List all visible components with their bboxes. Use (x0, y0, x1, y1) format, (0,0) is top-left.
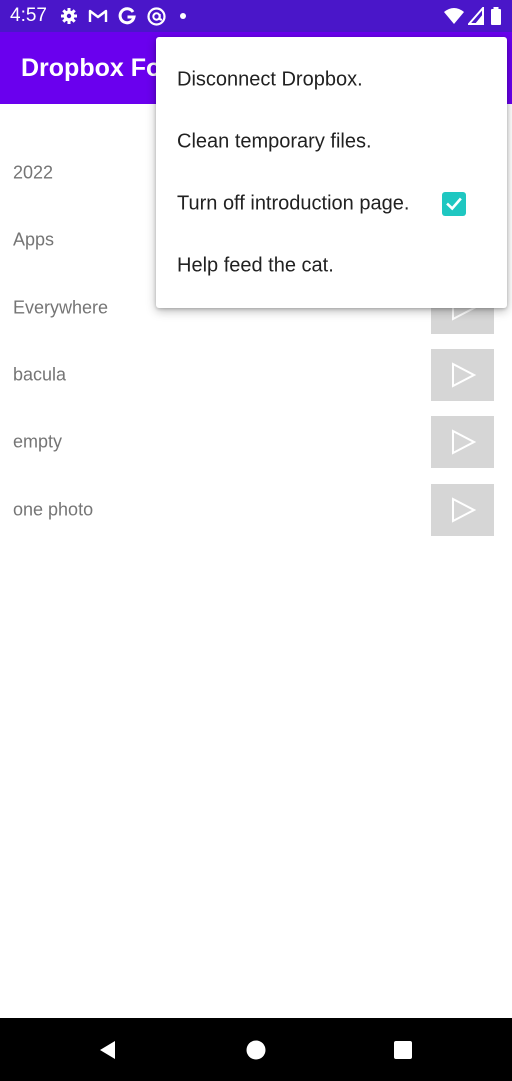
play-button[interactable] (431, 416, 494, 468)
status-time: 4:57 (10, 5, 47, 26)
status-bar: 4:57 (0, 0, 512, 32)
recents-icon[interactable] (391, 1038, 415, 1062)
menu-item-label: Turn off introduction page. (177, 192, 410, 215)
battery-icon (490, 7, 502, 25)
home-icon[interactable] (244, 1038, 268, 1062)
back-icon[interactable] (96, 1038, 120, 1062)
checkmark-icon (446, 197, 462, 211)
nav-bar (0, 1018, 512, 1081)
play-button[interactable] (431, 484, 494, 536)
folder-row[interactable]: bacula (0, 345, 512, 405)
menu-item-help-feed-the-cat[interactable]: Help feed the cat. (156, 235, 507, 297)
at-sign-icon (147, 7, 166, 26)
folder-label[interactable]: 2022 (13, 163, 53, 184)
intro-page-checkbox[interactable] (442, 192, 466, 216)
overflow-menu: Disconnect Dropbox. Clean temporary file… (156, 37, 507, 308)
folder-label[interactable]: Apps (13, 230, 54, 251)
menu-item-clean-temporary-files[interactable]: Clean temporary files. (156, 111, 507, 173)
menu-item-label: Help feed the cat. (177, 254, 334, 277)
google-icon (118, 7, 136, 25)
screen: 4:57 Dropbox Fo 2022 Apps Everywhere bac… (0, 0, 512, 1081)
folder-label[interactable]: empty (13, 432, 62, 453)
app-title: Dropbox Fo (21, 54, 162, 82)
wifi-icon (443, 7, 465, 25)
play-icon (451, 429, 476, 455)
folder-label[interactable]: one photo (13, 500, 93, 521)
menu-item-label: Clean temporary files. (177, 130, 372, 153)
folder-row[interactable]: empty (0, 412, 512, 472)
dot-icon (178, 7, 196, 25)
folder-label[interactable]: Everywhere (13, 298, 108, 319)
play-icon (451, 362, 476, 388)
signal-icon (466, 5, 486, 25)
play-icon (451, 497, 476, 523)
menu-item-turn-off-introduction-page[interactable]: Turn off introduction page. (156, 173, 507, 235)
play-button[interactable] (431, 349, 494, 401)
menu-item-disconnect-dropbox[interactable]: Disconnect Dropbox. (156, 49, 507, 111)
folder-row[interactable]: one photo (0, 480, 512, 540)
menu-item-label: Disconnect Dropbox. (177, 68, 363, 91)
gmail-icon (88, 7, 108, 25)
gear-icon (60, 7, 78, 25)
folder-label[interactable]: bacula (13, 365, 66, 386)
